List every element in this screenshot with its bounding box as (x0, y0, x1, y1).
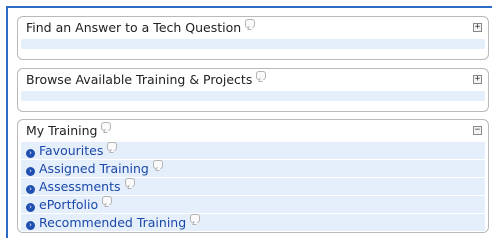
panel-header[interactable]: My Training − (18, 120, 488, 142)
expand-icon[interactable]: + (473, 75, 482, 84)
list-item-recommended-training[interactable]: › Recommended Training (21, 214, 485, 232)
list-item-label[interactable]: Assigned Training (39, 161, 149, 176)
panel-title[interactable]: My Training (26, 123, 97, 138)
help-bubble-icon[interactable] (101, 122, 112, 131)
arrow-circle-icon: › (26, 167, 35, 176)
list-item-label[interactable]: Recommended Training (39, 215, 186, 230)
arrow-circle-icon: › (26, 185, 35, 194)
help-bubble-icon[interactable] (124, 178, 135, 187)
list-item-eportfolio[interactable]: › ePortfolio (21, 196, 485, 214)
panel-header[interactable]: Browse Available Training & Projects + (18, 69, 488, 91)
panel-header[interactable]: Find an Answer to a Tech Question + (18, 17, 488, 39)
help-bubble-icon[interactable] (256, 71, 267, 80)
panel-browse-training: Browse Available Training & Projects + (17, 68, 489, 112)
help-bubble-icon[interactable] (107, 142, 118, 151)
panel-my-training: My Training − › Favourites › Assigned Trai… (17, 119, 489, 233)
list-item-assessments[interactable]: › Assessments (21, 178, 485, 196)
help-bubble-icon[interactable] (245, 19, 256, 28)
list-item-label[interactable]: Favourites (39, 143, 103, 158)
panel-title[interactable]: Find an Answer to a Tech Question (26, 20, 241, 35)
arrow-circle-icon: › (26, 203, 35, 212)
list-item-favourites[interactable]: › Favourites (21, 142, 485, 160)
panel-body-strip (21, 39, 485, 49)
help-bubble-icon[interactable] (152, 160, 163, 169)
expand-icon[interactable]: + (473, 23, 482, 32)
my-training-list: › Favourites › Assigned Training › Assessme… (21, 142, 485, 232)
list-item-label[interactable]: Assessments (39, 179, 121, 194)
panel-find-answer: Find an Answer to a Tech Question + (17, 16, 489, 60)
help-bubble-icon[interactable] (102, 196, 113, 205)
collapse-icon[interactable]: − (473, 126, 482, 135)
arrow-circle-icon: › (26, 149, 35, 158)
list-item-label[interactable]: ePortfolio (39, 197, 98, 212)
help-bubble-icon[interactable] (190, 214, 201, 223)
panel-body-strip (21, 91, 485, 101)
panel-title[interactable]: Browse Available Training & Projects (26, 72, 252, 87)
arrow-circle-icon: › (26, 221, 35, 230)
list-item-assigned-training[interactable]: › Assigned Training (21, 160, 485, 178)
